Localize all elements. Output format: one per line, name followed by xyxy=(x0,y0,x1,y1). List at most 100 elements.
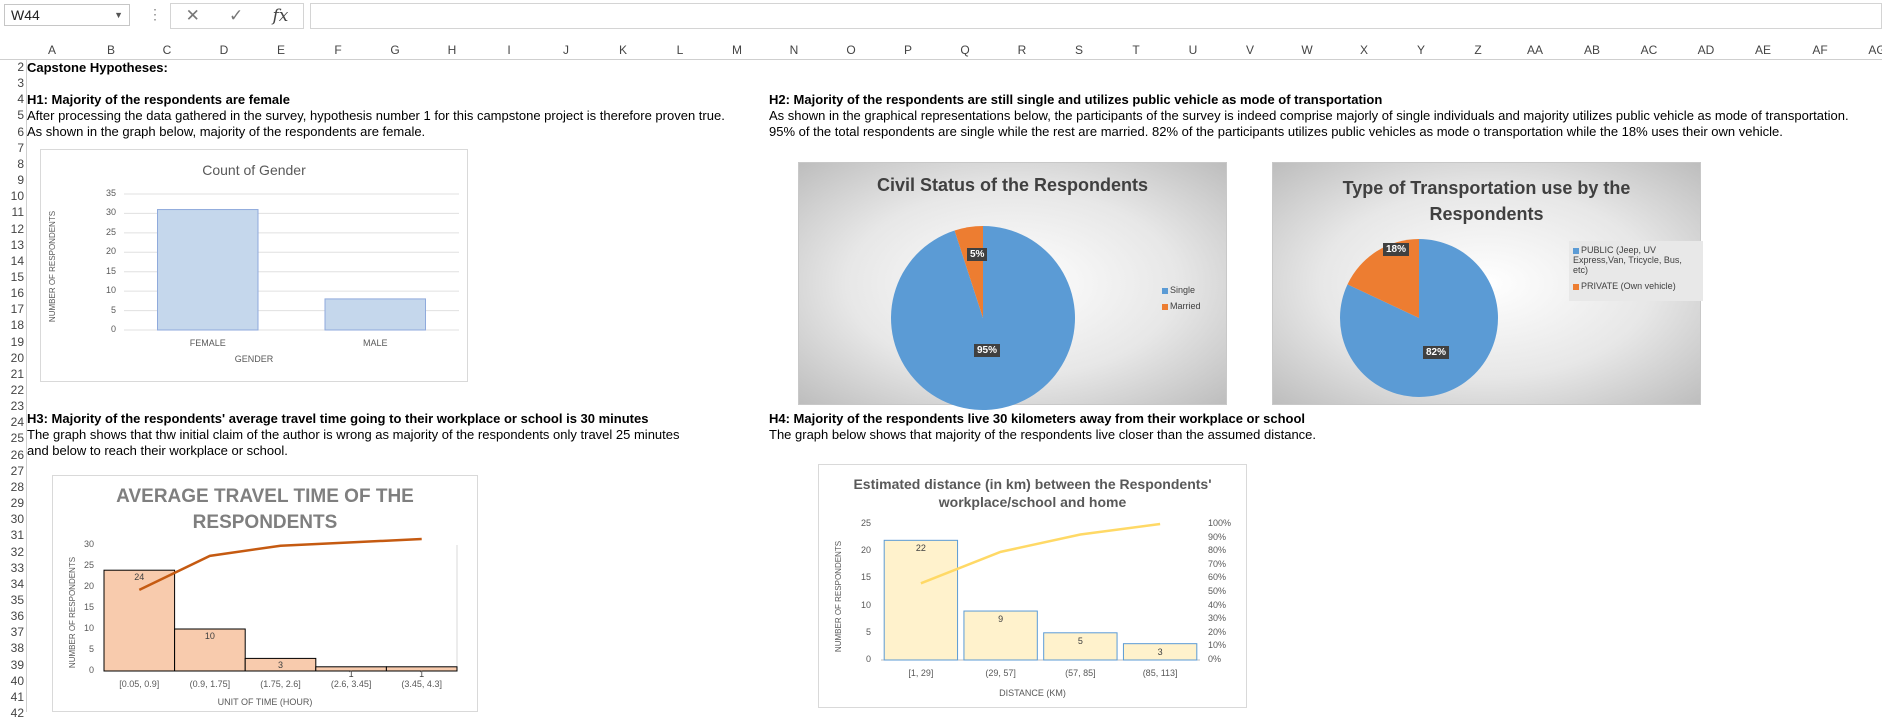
row-header[interactable]: 24 xyxy=(0,415,24,429)
row-header[interactable]: 21 xyxy=(0,367,24,381)
column-header[interactable]: W xyxy=(1292,43,1322,57)
column-header[interactable]: G xyxy=(380,43,410,57)
column-header[interactable]: C xyxy=(152,43,182,57)
column-header[interactable]: N xyxy=(779,43,809,57)
name-box[interactable]: W44 ▼ xyxy=(4,4,130,26)
column-header[interactable]: U xyxy=(1178,43,1208,57)
row-header[interactable]: 22 xyxy=(0,383,24,397)
x-tick-label: [0.05, 0.9] xyxy=(119,679,160,689)
row-header[interactable]: 31 xyxy=(0,528,24,542)
column-header[interactable]: Z xyxy=(1463,43,1493,57)
column-header[interactable]: Y xyxy=(1406,43,1436,57)
column-header[interactable]: H xyxy=(437,43,467,57)
legend-item: PUBLIC (Jeep, UV Express,Van, Tricycle, … xyxy=(1573,245,1699,275)
row-header[interactable]: 35 xyxy=(0,593,24,607)
row-header[interactable]: 33 xyxy=(0,561,24,575)
row-header[interactable]: 34 xyxy=(0,577,24,591)
row-header[interactable]: 4 xyxy=(0,92,24,106)
row-header[interactable]: 12 xyxy=(0,222,24,236)
row-header[interactable]: 5 xyxy=(0,108,24,122)
column-header[interactable]: D xyxy=(209,43,239,57)
column-header[interactable]: A xyxy=(37,43,67,57)
gender-chart[interactable]: Count of Gender 0 5 10 15 20 25 30 35 FEMALE MALE G… xyxy=(40,149,468,382)
cancel-icon[interactable]: ✕ xyxy=(186,6,200,26)
column-header[interactable]: R xyxy=(1007,43,1037,57)
column-header[interactable]: X xyxy=(1349,43,1379,57)
column-header[interactable]: M xyxy=(722,43,752,57)
row-header[interactable]: 27 xyxy=(0,464,24,478)
column-header[interactable]: AF xyxy=(1805,43,1835,57)
travel-time-chart[interactable]: AVERAGE TRAVEL TIME OF THE RESPONDENTS 0 5… xyxy=(52,475,478,712)
column-header[interactable]: V xyxy=(1235,43,1265,57)
column-header[interactable]: B xyxy=(96,43,126,57)
column-header[interactable]: K xyxy=(608,43,638,57)
column-header[interactable]: S xyxy=(1064,43,1094,57)
column-header[interactable]: L xyxy=(665,43,695,57)
column-header[interactable]: AC xyxy=(1634,43,1664,57)
data-label: 5 xyxy=(1077,635,1083,646)
legend-label: Married xyxy=(1170,301,1201,311)
row-header[interactable]: 17 xyxy=(0,302,24,316)
row-header[interactable]: 28 xyxy=(0,480,24,494)
row-header[interactable]: 26 xyxy=(0,448,24,462)
legend-item: Married xyxy=(1162,301,1222,311)
data-label: 9 xyxy=(998,614,1004,625)
row-header[interactable]: 13 xyxy=(0,238,24,252)
enter-icon[interactable]: ✓ xyxy=(229,6,243,26)
chevron-down-icon[interactable]: ▼ xyxy=(114,5,123,25)
column-header[interactable]: AG xyxy=(1862,43,1882,57)
column-header[interactable]: AD xyxy=(1691,43,1721,57)
column-header[interactable]: AE xyxy=(1748,43,1778,57)
row-header[interactable]: 9 xyxy=(0,173,24,187)
legend-swatch xyxy=(1162,287,1168,294)
row-header[interactable]: 40 xyxy=(0,674,24,688)
column-header[interactable]: AA xyxy=(1520,43,1550,57)
row-header[interactable]: 16 xyxy=(0,286,24,300)
y-tick-label: 15 xyxy=(105,265,116,276)
row-header[interactable]: 20 xyxy=(0,351,24,365)
name-box-value: W44 xyxy=(11,7,40,23)
row-header[interactable]: 23 xyxy=(0,399,24,413)
row-header[interactable]: 41 xyxy=(0,690,24,704)
row-header[interactable]: 6 xyxy=(0,125,24,139)
formula-input[interactable] xyxy=(310,3,1882,29)
column-header[interactable]: E xyxy=(266,43,296,57)
column-header[interactable]: AB xyxy=(1577,43,1607,57)
y2-tick-label: 0% xyxy=(1208,654,1222,664)
column-header[interactable]: T xyxy=(1121,43,1151,57)
pareto-line xyxy=(138,537,422,591)
column-header[interactable]: F xyxy=(323,43,353,57)
column-header[interactable]: Q xyxy=(950,43,980,57)
row-header[interactable]: 36 xyxy=(0,609,24,623)
column-header[interactable]: O xyxy=(836,43,866,57)
row-header[interactable]: 3 xyxy=(0,76,24,90)
y-tick-label: 0 xyxy=(88,665,94,675)
transportation-chart[interactable]: Type of Transportation use by the Respon… xyxy=(1272,162,1703,405)
data-label: 1 xyxy=(419,668,425,679)
x-tick-label: (85, 113] xyxy=(1142,668,1178,678)
row-header[interactable]: 29 xyxy=(0,496,24,510)
row-header[interactable]: 37 xyxy=(0,625,24,639)
row-header[interactable]: 11 xyxy=(0,205,24,219)
row-header[interactable]: 8 xyxy=(0,157,24,171)
function-icon[interactable]: fx xyxy=(273,6,289,26)
h1-line-1: After processing the data gathered in th… xyxy=(27,108,725,123)
column-header[interactable]: J xyxy=(551,43,581,57)
row-header[interactable]: 10 xyxy=(0,189,24,203)
civil-status-chart[interactable]: Civil Status of the Respondents 95% 5% Sing… xyxy=(798,162,1227,410)
row-header[interactable]: 18 xyxy=(0,318,24,332)
row-header[interactable]: 30 xyxy=(0,512,24,526)
row-header[interactable]: 32 xyxy=(0,545,24,559)
row-header[interactable]: 19 xyxy=(0,335,24,349)
column-header[interactable]: P xyxy=(893,43,923,57)
row-header[interactable]: 42 xyxy=(0,706,24,720)
row-header[interactable]: 14 xyxy=(0,254,24,268)
row-header[interactable]: 2 xyxy=(0,60,24,74)
row-header[interactable]: 38 xyxy=(0,641,24,655)
row-header[interactable]: 7 xyxy=(0,141,24,155)
row-header[interactable]: 15 xyxy=(0,270,24,284)
distance-chart[interactable]: Estimated distance (in km) between the R… xyxy=(818,464,1247,708)
row-header[interactable]: 25 xyxy=(0,431,24,445)
column-header[interactable]: I xyxy=(494,43,524,57)
row-header[interactable]: 39 xyxy=(0,658,24,672)
